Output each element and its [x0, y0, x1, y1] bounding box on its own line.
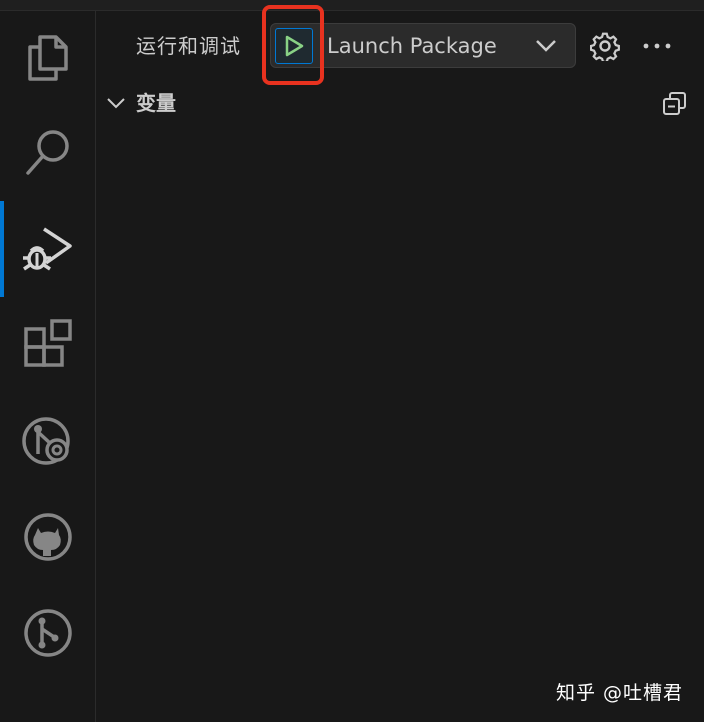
activity-extensions[interactable] — [0, 305, 95, 385]
activity-run-and-debug[interactable] — [0, 209, 95, 289]
search-icon — [25, 130, 69, 175]
extensions-icon — [23, 319, 72, 367]
launch-configuration-label: Launch Package — [327, 33, 497, 58]
activity-bar — [0, 11, 96, 722]
activity-github[interactable] — [0, 497, 95, 577]
source-control-graph-icon — [23, 609, 72, 657]
collapse-all-icon[interactable] — [662, 91, 688, 117]
play-icon — [285, 35, 304, 57]
github-icon — [23, 513, 72, 561]
activity-search[interactable] — [0, 113, 95, 193]
view-title: 运行和调试 — [136, 34, 241, 58]
remote-explorer-icon — [21, 417, 70, 465]
variables-section-header[interactable]: 变量 — [96, 87, 704, 119]
launch-configuration-select[interactable]: Launch Package — [327, 24, 563, 67]
variables-section-title: 变量 — [136, 91, 176, 115]
watermark: 知乎 @吐槽君 — [556, 682, 684, 704]
chevron-down-icon — [107, 98, 125, 109]
chevron-down-icon — [536, 39, 556, 52]
activity-explorer[interactable] — [0, 17, 95, 97]
explorer-icon — [27, 35, 68, 81]
ellipsis-icon[interactable] — [642, 31, 672, 61]
run-and-debug-icon — [22, 227, 72, 271]
activity-source-control-graph[interactable] — [0, 593, 95, 673]
start-debugging-button[interactable] — [275, 28, 313, 64]
activity-remote-explorer[interactable] — [0, 401, 95, 481]
run-and-debug-view: 运行和调试 Launch Package 变量 — [96, 5, 704, 722]
window-top-border — [0, 0, 704, 11]
gear-icon[interactable] — [590, 31, 620, 61]
run-configuration-group: Launch Package — [270, 23, 576, 68]
